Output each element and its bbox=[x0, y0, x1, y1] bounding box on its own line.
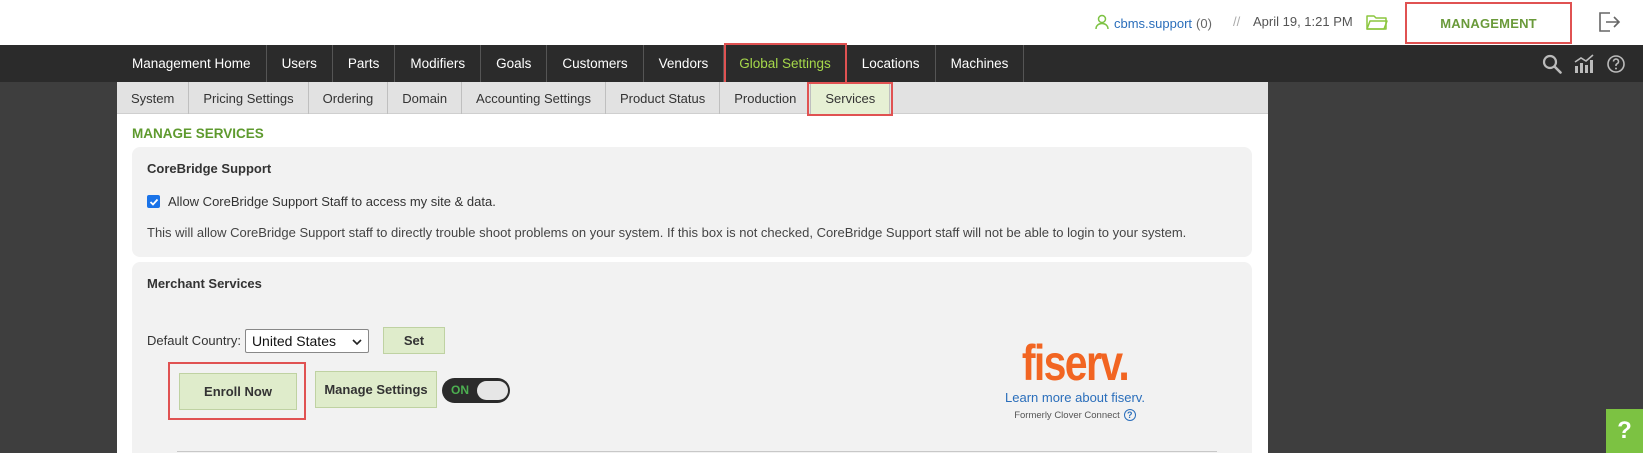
user-count: (0) bbox=[1196, 16, 1212, 31]
fiserv-block: fiserv. Learn more about fiserv. Formerl… bbox=[1000, 338, 1150, 421]
nav-goals[interactable]: Goals bbox=[481, 45, 548, 82]
search-icon[interactable] bbox=[1540, 52, 1564, 76]
fiserv-note-text: Formerly Clover Connect bbox=[1014, 409, 1120, 421]
country-value: United States bbox=[251, 332, 336, 349]
top-bar: cbms.support (0) // April 19, 1:21 PM MA… bbox=[0, 0, 1643, 45]
toggle-knob bbox=[477, 381, 508, 400]
support-description: This will allow CoreBridge Support staff… bbox=[147, 225, 1187, 240]
content-panel: System Pricing Settings Ordering Domain … bbox=[117, 82, 1268, 453]
card-title: Merchant Services bbox=[147, 276, 262, 291]
main-nav-items: Management Home Users Parts Modifiers Go… bbox=[117, 43, 1025, 84]
tab-pricing-settings[interactable]: Pricing Settings bbox=[189, 82, 309, 114]
merchant-toggle[interactable]: ON bbox=[442, 378, 510, 403]
default-country-row: Default Country: United States Set bbox=[147, 327, 445, 354]
nav-machines[interactable]: Machines bbox=[936, 45, 1025, 82]
nav-icons bbox=[1540, 45, 1628, 82]
tab-production[interactable]: Production bbox=[720, 82, 812, 114]
tab-ordering[interactable]: Ordering bbox=[309, 82, 389, 114]
fiserv-logo: fiserv. bbox=[1021, 335, 1130, 391]
support-access-checkbox[interactable] bbox=[147, 195, 160, 208]
fiserv-learn-more-link[interactable]: Learn more about fiserv. bbox=[1000, 390, 1150, 405]
username-link[interactable]: cbms.support bbox=[1114, 16, 1192, 31]
management-label: MANAGEMENT bbox=[1440, 15, 1537, 31]
country-label: Default Country: bbox=[147, 333, 241, 348]
manage-settings-button[interactable]: Manage Settings bbox=[315, 371, 437, 408]
nav-parts[interactable]: Parts bbox=[333, 45, 396, 82]
support-access-label[interactable]: Allow CoreBridge Support Staff to access… bbox=[168, 194, 496, 209]
enroll-now-button[interactable]: Enroll Now bbox=[179, 373, 297, 410]
merchant-services-card: Merchant Services Default Country: Unite… bbox=[132, 262, 1252, 453]
user-icon bbox=[1094, 14, 1110, 33]
separator: // bbox=[1233, 14, 1241, 29]
help-floating-button[interactable]: ? bbox=[1606, 409, 1643, 453]
tab-domain[interactable]: Domain bbox=[388, 82, 463, 114]
management-button[interactable]: MANAGEMENT bbox=[1405, 2, 1572, 44]
chart-icon[interactable] bbox=[1572, 52, 1596, 76]
tab-product-status[interactable]: Product Status bbox=[606, 82, 721, 114]
corebridge-support-card: CoreBridge Support Allow CoreBridge Supp… bbox=[132, 147, 1252, 257]
nav-users[interactable]: Users bbox=[267, 45, 333, 82]
help-icon[interactable] bbox=[1604, 52, 1628, 76]
set-button[interactable]: Set bbox=[382, 327, 445, 354]
nav-global-settings[interactable]: Global Settings bbox=[724, 43, 847, 84]
nav-locations[interactable]: Locations bbox=[847, 45, 936, 82]
sub-nav: System Pricing Settings Ordering Domain … bbox=[117, 82, 1268, 116]
tab-services[interactable]: Services bbox=[807, 82, 894, 116]
enroll-highlight: Enroll Now bbox=[168, 362, 306, 420]
question-mark-icon: ? bbox=[1617, 417, 1632, 444]
divider bbox=[177, 451, 1217, 452]
tab-system[interactable]: System bbox=[117, 82, 190, 114]
user-info[interactable]: cbms.support (0) bbox=[1094, 14, 1212, 33]
support-access-row: Allow CoreBridge Support Staff to access… bbox=[147, 194, 496, 209]
chevron-down-icon bbox=[352, 333, 362, 349]
question-icon[interactable]: ? bbox=[1123, 409, 1136, 421]
country-select[interactable]: United States bbox=[244, 328, 369, 353]
toggle-label: ON bbox=[451, 383, 469, 397]
page-title: MANAGE SERVICES bbox=[132, 126, 264, 141]
datetime: April 19, 1:21 PM bbox=[1253, 14, 1353, 29]
nav-vendors[interactable]: Vendors bbox=[644, 45, 725, 82]
logout-icon[interactable] bbox=[1597, 11, 1621, 36]
folder-icon[interactable] bbox=[1366, 13, 1388, 34]
fiserv-note: Formerly Clover Connect ? bbox=[1000, 409, 1150, 421]
nav-customers[interactable]: Customers bbox=[547, 45, 644, 82]
tab-accounting-settings[interactable]: Accounting Settings bbox=[462, 82, 606, 114]
main-nav: Management Home Users Parts Modifiers Go… bbox=[0, 43, 1643, 84]
card-title: CoreBridge Support bbox=[147, 161, 272, 176]
nav-management-home[interactable]: Management Home bbox=[117, 45, 267, 82]
nav-modifiers[interactable]: Modifiers bbox=[395, 45, 482, 82]
